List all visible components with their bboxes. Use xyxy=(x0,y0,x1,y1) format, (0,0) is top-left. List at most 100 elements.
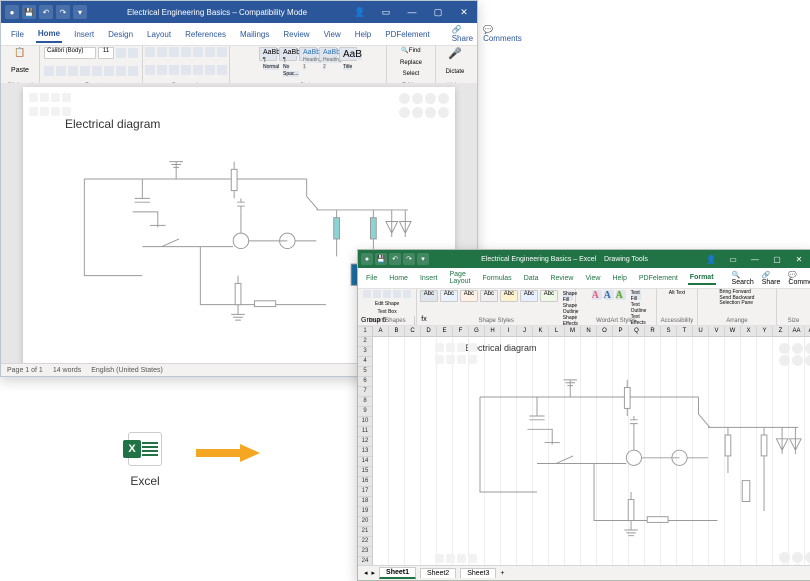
font-size-selector[interactable]: 11 xyxy=(98,47,114,59)
tab-insert[interactable]: Insert xyxy=(72,27,96,42)
tab-data[interactable]: Data xyxy=(522,273,541,284)
row-header[interactable]: 14 xyxy=(358,457,373,467)
col-header[interactable]: E xyxy=(437,326,453,337)
tab-design[interactable]: Design xyxy=(106,27,135,42)
sheet-tab-1[interactable]: Sheet1 xyxy=(379,567,416,579)
row-header[interactable]: 10 xyxy=(358,417,373,427)
multilevel-icon[interactable] xyxy=(169,47,179,57)
tab-references[interactable]: References xyxy=(183,27,228,42)
bullets-icon[interactable] xyxy=(145,47,155,57)
col-header[interactable]: O xyxy=(597,326,613,337)
col-header[interactable]: AA xyxy=(789,326,805,337)
col-header[interactable]: F xyxy=(453,326,469,337)
close-button[interactable]: ✕ xyxy=(788,250,810,268)
autosave-toggle[interactable]: ● xyxy=(361,253,373,265)
wordart-style-2[interactable]: A xyxy=(604,290,614,300)
row-header[interactable]: 23 xyxy=(358,547,373,557)
new-sheet-button[interactable]: + xyxy=(500,570,504,577)
col-header[interactable]: V xyxy=(709,326,725,337)
col-header[interactable]: G xyxy=(469,326,485,337)
save-icon[interactable]: 💾 xyxy=(22,5,36,19)
align-left-icon[interactable] xyxy=(145,65,155,75)
word-count[interactable]: 14 words xyxy=(53,367,81,374)
row-header[interactable]: 13 xyxy=(358,447,373,457)
tab-layout[interactable]: Layout xyxy=(145,27,173,42)
row-header[interactable]: 20 xyxy=(358,517,373,527)
row-header[interactable]: 18 xyxy=(358,497,373,507)
style-title[interactable]: AaBTitle xyxy=(339,47,357,61)
tab-format[interactable]: Format xyxy=(688,272,716,285)
textfx-icon[interactable] xyxy=(104,66,114,76)
tab-file[interactable]: File xyxy=(364,273,379,284)
shrink-font-icon[interactable] xyxy=(128,48,138,58)
account-icon[interactable]: 👤 xyxy=(347,1,373,23)
col-header[interactable]: T xyxy=(677,326,693,337)
align-center-icon[interactable] xyxy=(157,65,167,75)
col-header[interactable]: K xyxy=(533,326,549,337)
shape-style-1[interactable]: Abc xyxy=(420,290,438,302)
wordart-style-3[interactable]: A xyxy=(616,290,626,300)
size-width[interactable] xyxy=(789,304,797,312)
excel-file-icon[interactable]: X xyxy=(128,432,162,466)
page-indicator[interactable]: Page 1 of 1 xyxy=(7,367,43,374)
shape-outline-button[interactable]: Shape Outline xyxy=(563,303,573,315)
tab-review[interactable]: Review xyxy=(281,27,311,42)
redo-icon[interactable]: ↷ xyxy=(403,253,415,265)
col-header[interactable]: L xyxy=(549,326,565,337)
save-icon[interactable]: 💾 xyxy=(375,253,387,265)
row-header[interactable]: 15 xyxy=(358,467,373,477)
row-header[interactable]: 17 xyxy=(358,487,373,497)
text-outline-button[interactable]: Text Outline xyxy=(631,302,641,314)
sheet-tab-3[interactable]: Sheet3 xyxy=(460,568,496,578)
tab-insert[interactable]: Insert xyxy=(418,273,440,284)
col-header[interactable]: N xyxy=(581,326,597,337)
style-nospacing[interactable]: AaBbCcDd¶ No Spac... xyxy=(279,47,297,61)
strike-icon[interactable] xyxy=(80,66,90,76)
qat-more-icon[interactable]: ▾ xyxy=(417,253,429,265)
diagram-overlay[interactable]: Electrical diagram xyxy=(435,343,810,566)
col-header[interactable]: A xyxy=(373,326,389,337)
shape-style-6[interactable]: Abc xyxy=(520,290,538,302)
row-header[interactable]: 16 xyxy=(358,477,373,487)
font-name-selector[interactable]: Calibri (Body) xyxy=(44,47,96,59)
tab-help[interactable]: Help xyxy=(353,27,373,42)
col-header[interactable]: U xyxy=(693,326,709,337)
shape-style-2[interactable]: Abc xyxy=(440,290,458,302)
ribbon-options-icon[interactable]: ▭ xyxy=(373,1,399,23)
cells-area[interactable]: Electrical diagram xyxy=(373,337,810,566)
shape-style-7[interactable]: Abc xyxy=(540,290,558,302)
numbering-icon[interactable] xyxy=(157,47,167,57)
comments-button[interactable]: 💬 Comments xyxy=(483,25,522,43)
line-spacing-icon[interactable] xyxy=(193,65,203,75)
fontcolor-icon[interactable] xyxy=(128,66,138,76)
account-icon[interactable]: 👤 xyxy=(700,250,722,268)
share-button[interactable]: 🔗 Share xyxy=(452,25,473,43)
row-header[interactable]: 9 xyxy=(358,407,373,417)
sort-icon[interactable] xyxy=(205,47,215,57)
grow-font-icon[interactable] xyxy=(116,48,126,58)
tab-mailings[interactable]: Mailings xyxy=(238,27,271,42)
row-header[interactable]: 12 xyxy=(358,437,373,447)
selection-pane-button[interactable]: Selection Pane xyxy=(719,301,754,307)
language-indicator[interactable]: English (United States) xyxy=(91,367,163,374)
subscript-icon[interactable] xyxy=(92,66,102,76)
shape-style-4[interactable]: Abc xyxy=(480,290,498,302)
row-header[interactable]: 3 xyxy=(358,347,373,357)
shading-icon[interactable] xyxy=(205,65,215,75)
search-box[interactable]: 🔍 Search xyxy=(732,271,754,286)
row-header[interactable]: 6 xyxy=(358,377,373,387)
sheet-nav-prev-icon[interactable]: ◂ xyxy=(364,569,368,577)
size-height[interactable] xyxy=(789,290,797,298)
col-header[interactable]: C xyxy=(405,326,421,337)
row-headers[interactable]: 1234567891011121314151617181920212223242… xyxy=(358,326,373,566)
row-header[interactable]: 5 xyxy=(358,367,373,377)
row-header[interactable]: 22 xyxy=(358,537,373,547)
ribbon-options-icon[interactable]: ▭ xyxy=(722,250,744,268)
row-header[interactable]: 19 xyxy=(358,507,373,517)
pilcrow-icon[interactable] xyxy=(217,47,227,57)
shape-gallery[interactable] xyxy=(363,290,371,298)
close-button[interactable]: ✕ xyxy=(451,1,477,23)
qat-more-icon[interactable]: ▾ xyxy=(73,5,87,19)
col-header[interactable]: Z xyxy=(773,326,789,337)
tab-review[interactable]: Review xyxy=(548,273,575,284)
